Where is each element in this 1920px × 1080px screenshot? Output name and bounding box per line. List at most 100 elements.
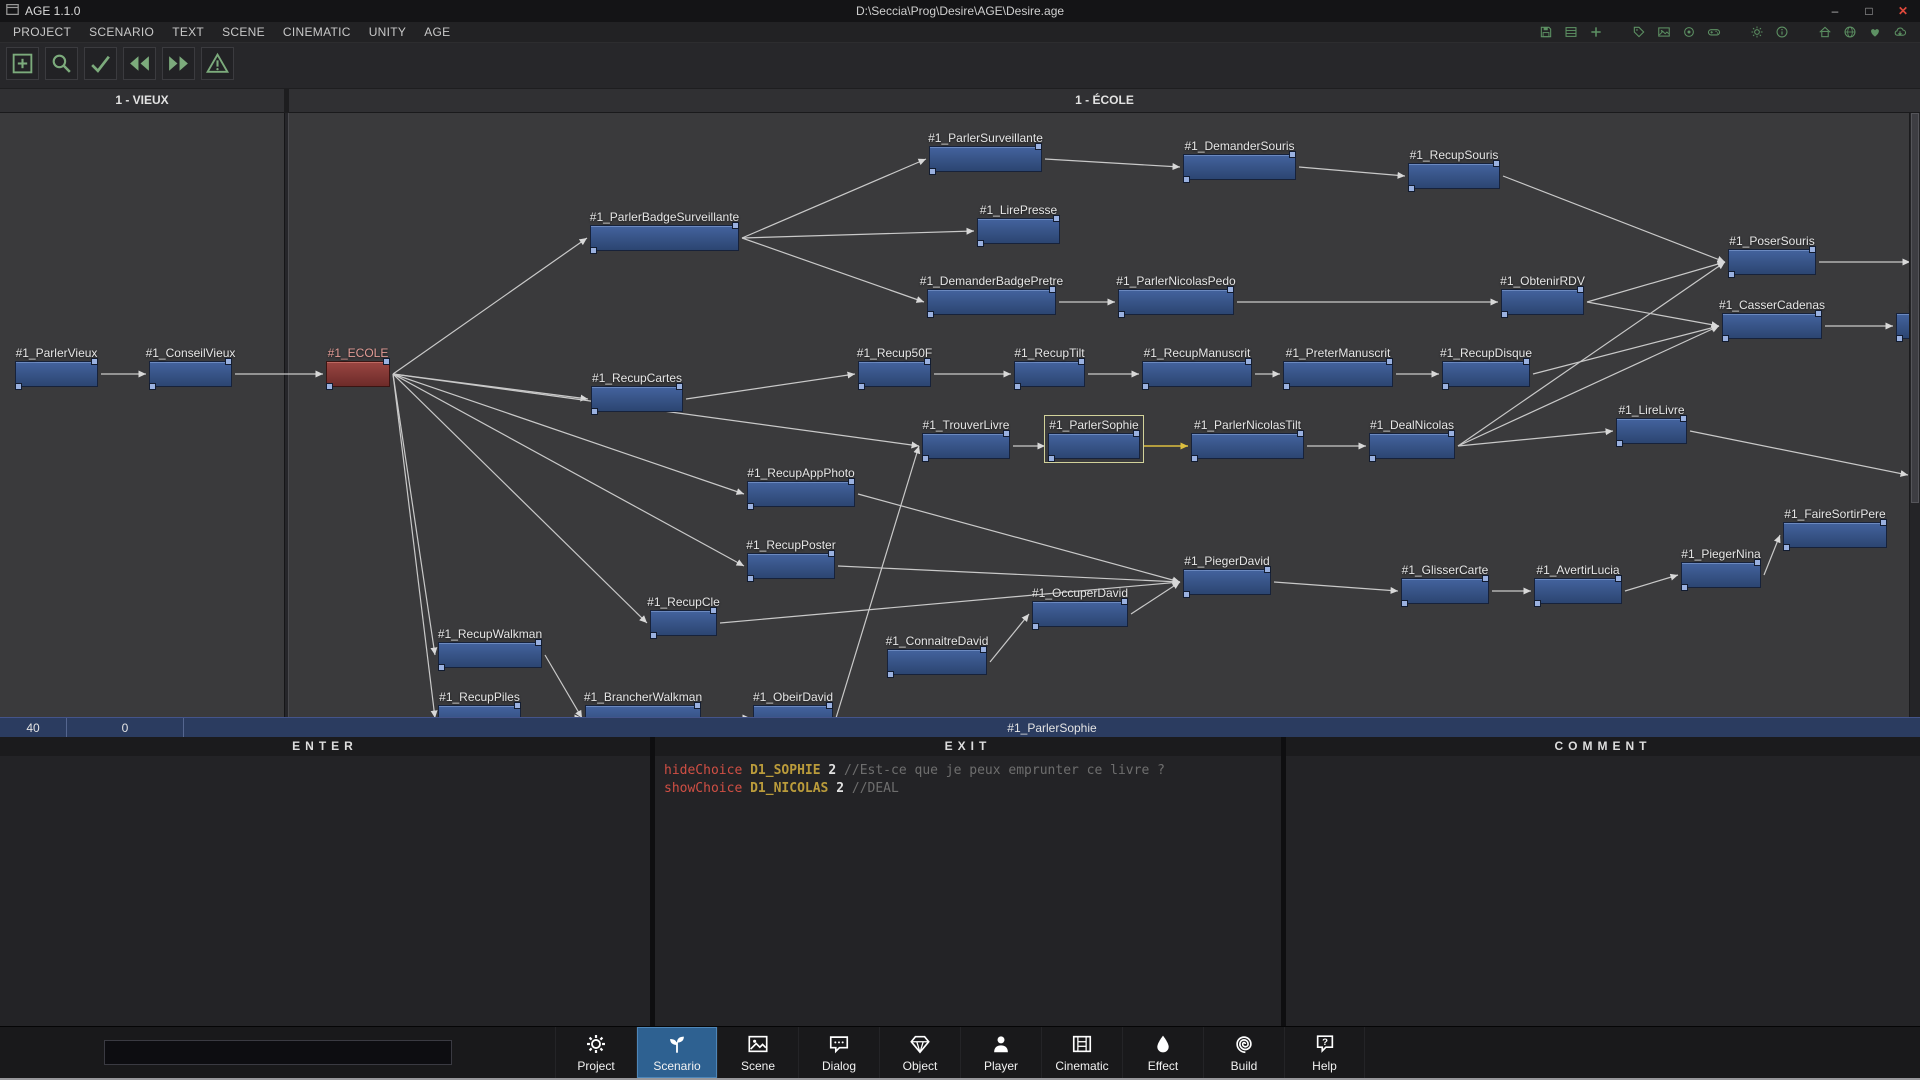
node-1-recupcle[interactable]: #1_RecupCle	[650, 610, 717, 636]
node-1-parlervieux[interactable]: #1_ParlerVieux	[15, 361, 98, 387]
titlebar: AGE 1.1.0 D:\Seccia\Prog\Desire\AGE\Desi…	[0, 0, 1920, 22]
node-1-recuptilt[interactable]: #1_RecupTilt	[1014, 361, 1085, 387]
world-icon[interactable]	[1837, 24, 1862, 41]
node-1-glissercarte[interactable]: #1_GlisserCarte	[1401, 578, 1489, 604]
comment-panel-body[interactable]	[1286, 756, 1920, 1026]
menu-project[interactable]: PROJECT	[4, 25, 80, 39]
zoom-button[interactable]	[45, 47, 78, 80]
menu-scene[interactable]: SCENE	[213, 25, 274, 39]
add-icon[interactable]	[1583, 24, 1608, 41]
target-icon[interactable]	[1676, 24, 1701, 41]
brightness-icon[interactable]	[1744, 24, 1769, 41]
node-1-recup50f[interactable]: #1_Recup50F	[858, 361, 931, 387]
taskbar-object[interactable]: Object	[879, 1027, 960, 1078]
node-1-recupdisque[interactable]: #1_RecupDisque	[1442, 361, 1530, 387]
statusbar: 40 0 #1_ParlerSophie	[0, 717, 1920, 737]
taskbar-dialog[interactable]: Dialog	[798, 1027, 879, 1078]
menu-scenario[interactable]: SCENARIO	[80, 25, 163, 39]
save-icon[interactable]	[1533, 24, 1558, 41]
enter-panel-body[interactable]	[0, 756, 650, 1026]
node-1-posersouris[interactable]: #1_PoserSouris	[1728, 249, 1816, 275]
taskbar-scene[interactable]: Scene	[717, 1027, 798, 1078]
script-line: hideChoice D1_SOPHIE 2 //Est-ce que je p…	[664, 762, 1272, 780]
node-1-lirelivre[interactable]: #1_LireLivre	[1616, 418, 1687, 444]
node-1-demanderbadgepretre[interactable]: #1_DemanderBadgePretre	[927, 289, 1056, 315]
node-1-parlersophie[interactable]: #1_ParlerSophie	[1048, 433, 1140, 459]
panel-bodies: hideChoice D1_SOPHIE 2 //Est-ce que je p…	[0, 756, 1920, 1026]
graph-scrollbar-thumb[interactable]	[1911, 113, 1919, 503]
menu-text[interactable]: TEXT	[163, 25, 213, 39]
node-1-demandersouris[interactable]: #1_DemanderSouris	[1183, 154, 1296, 180]
node-1-recuppiles[interactable]: #1_RecupPiles	[438, 705, 521, 717]
node-1-pretermanuscrit[interactable]: #1_PreterManuscrit	[1283, 361, 1393, 387]
tag-icon[interactable]	[1626, 24, 1651, 41]
image-icon[interactable]	[1651, 24, 1676, 41]
download-icon[interactable]	[1887, 24, 1912, 41]
taskbar-help[interactable]: ?Help	[1284, 1027, 1365, 1078]
node-1-avertirlucia[interactable]: #1_AvertirLucia	[1534, 578, 1622, 604]
heart-icon[interactable]	[1862, 24, 1887, 41]
exit-panel-body[interactable]: hideChoice D1_SOPHIE 2 //Est-ce que je p…	[655, 756, 1281, 1026]
taskbar-scenario[interactable]: Scenario	[636, 1027, 717, 1078]
close-button[interactable]: ✕	[1886, 0, 1920, 22]
node-1-obtenirrdv[interactable]: #1_ObtenirRDV	[1501, 289, 1584, 315]
taskbar-items: ProjectScenarioSceneDialogObjectPlayerCi…	[555, 1027, 1365, 1078]
enter-panel-header: ENTER	[0, 737, 650, 756]
node-1-brancherwalkman[interactable]: #1_BrancherWalkman	[585, 705, 701, 717]
node-1-recupcartes[interactable]: #1_RecupCartes	[591, 386, 683, 412]
node-1-obeirdavid[interactable]: #1_ObeirDavid	[753, 705, 833, 717]
search-input[interactable]	[104, 1040, 452, 1065]
node-1-ecole[interactable]: #1_ECOLE	[326, 361, 390, 387]
node-1-recupmanuscrit[interactable]: #1_RecupManuscrit	[1142, 361, 1252, 387]
node-1-parlernicolaspedo[interactable]: #1_ParlerNicolasPedo	[1118, 289, 1234, 315]
node-1-trouverlivre[interactable]: #1_TrouverLivre	[922, 433, 1010, 459]
add-button[interactable]	[6, 47, 39, 80]
node-1-lirepresse[interactable]: #1_LirePresse	[977, 218, 1060, 244]
validate-button[interactable]	[84, 47, 117, 80]
object-icon	[909, 1032, 931, 1056]
node-1-cassercadenas[interactable]: #1_CasserCadenas	[1722, 313, 1822, 339]
forward-button[interactable]	[162, 47, 195, 80]
graph-canvas[interactable]: #1_ParlerVieux #1_ConseilVieux #1_ECOLE #1_…	[0, 113, 1920, 717]
node-1-recupposter[interactable]: #1_RecupPoster	[747, 553, 835, 579]
node-1-fairesortirpere[interactable]: #1_FaireSortirPere	[1783, 522, 1887, 548]
menubar-icons	[1533, 24, 1920, 41]
maximize-button[interactable]: □	[1852, 0, 1886, 22]
taskbar-build[interactable]: Build	[1203, 1027, 1284, 1078]
node-1-parlersurveillante[interactable]: #1_ParlerSurveillante	[929, 146, 1042, 172]
node-1-parlernicolastilt[interactable]: #1_ParlerNicolasTilt	[1191, 433, 1304, 459]
gamepad-icon[interactable]	[1701, 24, 1726, 41]
node-1-conseilvieux[interactable]: #1_ConseilVieux	[149, 361, 232, 387]
menu-age[interactable]: AGE	[415, 25, 459, 39]
scene-icon	[747, 1032, 769, 1056]
svg-text:?: ?	[1322, 1037, 1328, 1048]
section-header-vieux: 1 - VIEUX	[0, 89, 284, 113]
taskbar-cinematic[interactable]: Cinematic	[1041, 1027, 1122, 1078]
node-1-parlerbadgesurveillante[interactable]: #1_ParlerBadgeSurveillante	[590, 225, 739, 251]
node-1-piegernina[interactable]: #1_PiegerNina	[1681, 562, 1761, 588]
help-icon: ?	[1314, 1032, 1336, 1056]
menu-unity[interactable]: UNITY	[360, 25, 416, 39]
menu-cinematic[interactable]: CINEMATIC	[274, 25, 360, 39]
graph-scrollbar[interactable]	[1909, 113, 1920, 717]
taskbar-effect[interactable]: Effect	[1122, 1027, 1203, 1078]
warnings-button[interactable]	[201, 47, 234, 80]
node-1-recupwalkman[interactable]: #1_RecupWalkman	[438, 642, 542, 668]
node-1-recupappphoto[interactable]: #1_RecupAppPhoto	[747, 481, 855, 507]
node-1-piegerdavid[interactable]: #1_PiegerDavid	[1183, 569, 1271, 595]
taskbar-player[interactable]: Player	[960, 1027, 1041, 1078]
info-icon[interactable]	[1769, 24, 1794, 41]
taskbar-project[interactable]: Project	[555, 1027, 636, 1078]
minimize-button[interactable]: –	[1818, 0, 1852, 22]
taskbar: ProjectScenarioSceneDialogObjectPlayerCi…	[0, 1026, 1920, 1078]
rewind-button[interactable]	[123, 47, 156, 80]
node-1-occuperdavid[interactable]: #1_OccuperDavid	[1032, 601, 1128, 627]
app-title: AGE 1.1.0	[25, 4, 80, 18]
home-icon[interactable]	[1812, 24, 1837, 41]
node-1-dealnicolas[interactable]: #1_DealNicolas	[1369, 433, 1455, 459]
comment-panel-header: COMMENT	[1286, 737, 1920, 756]
node-1-connaitredavid[interactable]: #1_ConnaitreDavid	[887, 649, 987, 675]
node-1-recupsouris[interactable]: #1_RecupSouris	[1408, 163, 1500, 189]
library-icon[interactable]	[1558, 24, 1583, 41]
build-icon	[1233, 1032, 1255, 1056]
